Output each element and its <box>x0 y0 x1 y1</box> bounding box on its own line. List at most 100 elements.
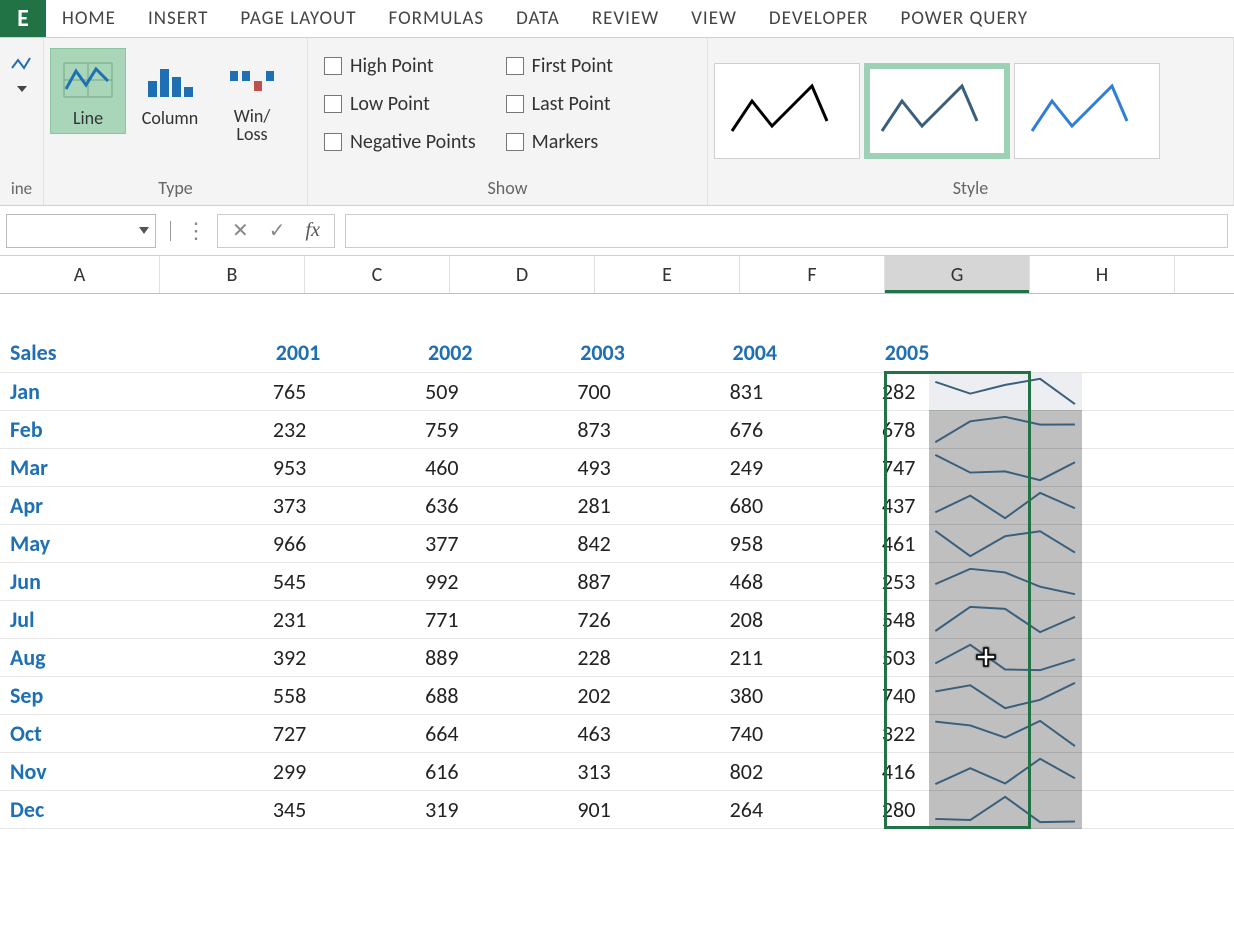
sparkline-cell[interactable] <box>929 714 1081 752</box>
cancel-icon[interactable]: ✕ <box>232 218 249 243</box>
sparkline-cell[interactable] <box>929 524 1081 562</box>
data-cell[interactable]: 726 <box>473 600 625 638</box>
sparkline-cell[interactable] <box>929 790 1081 828</box>
data-cell[interactable]: 463 <box>473 714 625 752</box>
column-header-A[interactable]: A <box>0 256 160 293</box>
data-cell[interactable]: 873 <box>473 410 625 448</box>
data-cell[interactable]: 231 <box>168 600 320 638</box>
sparkline-type-winloss-button[interactable]: Win/ Loss <box>214 48 290 148</box>
data-cell[interactable]: 842 <box>473 524 625 562</box>
tab-power-query[interactable]: POWER QUERY <box>885 0 1045 37</box>
data-cell[interactable]: 373 <box>168 486 320 524</box>
data-cell[interactable]: 392 <box>168 638 320 676</box>
tab-data[interactable]: DATA <box>500 0 576 37</box>
data-cell[interactable]: 345 <box>168 790 320 828</box>
sparkline-type-line-button[interactable]: Line <box>50 48 126 134</box>
tab-formulas[interactable]: FORMULAS <box>373 0 501 37</box>
tab-review[interactable]: REVIEW <box>576 0 675 37</box>
data-cell[interactable]: 700 <box>473 372 625 410</box>
data-cell[interactable]: 636 <box>320 486 472 524</box>
data-cell[interactable]: 545 <box>168 562 320 600</box>
sparkline-cell[interactable] <box>929 372 1081 410</box>
data-cell[interactable]: 282 <box>777 372 929 410</box>
data-cell[interactable]: 468 <box>625 562 777 600</box>
sparkline-type-column-button[interactable]: Column <box>132 48 208 134</box>
sparkline-cell[interactable] <box>929 600 1081 638</box>
worksheet[interactable]: ABCDEFGH Sales20012002200320042005 Jan76… <box>0 256 1234 829</box>
data-cell[interactable]: 901 <box>473 790 625 828</box>
edit-sparkline-fragment[interactable] <box>1 44 43 92</box>
sparkline-cell[interactable] <box>929 676 1081 714</box>
data-cell[interactable]: 503 <box>777 638 929 676</box>
tab-home[interactable]: HOME <box>46 0 132 37</box>
column-header-G[interactable]: G <box>885 256 1030 293</box>
formula-input[interactable] <box>345 214 1228 248</box>
name-box[interactable] <box>6 214 156 248</box>
sparkline-style-2[interactable] <box>864 63 1010 159</box>
data-cell[interactable]: 264 <box>625 790 777 828</box>
data-cell[interactable]: 249 <box>625 448 777 486</box>
data-cell[interactable]: 380 <box>625 676 777 714</box>
data-cell[interactable]: 664 <box>320 714 472 752</box>
tab-developer[interactable]: DEVELOPER <box>753 0 885 37</box>
data-cell[interactable]: 680 <box>625 486 777 524</box>
data-cell[interactable]: 461 <box>777 524 929 562</box>
data-cell[interactable]: 460 <box>320 448 472 486</box>
data-cell[interactable]: 740 <box>777 676 929 714</box>
checkbox-markers[interactable]: Markers <box>506 130 613 154</box>
column-header-B[interactable]: B <box>160 256 305 293</box>
data-cell[interactable]: 759 <box>320 410 472 448</box>
sparkline-style-3[interactable] <box>1014 63 1160 159</box>
column-header-D[interactable]: D <box>450 256 595 293</box>
sparkline-cell[interactable] <box>929 410 1081 448</box>
data-cell[interactable]: 437 <box>777 486 929 524</box>
column-header-H[interactable]: H <box>1030 256 1175 293</box>
tab-view[interactable]: VIEW <box>675 0 753 37</box>
checkbox-low-point[interactable]: Low Point <box>324 92 476 116</box>
data-cell[interactable]: 232 <box>168 410 320 448</box>
data-cell[interactable]: 676 <box>625 410 777 448</box>
data-cell[interactable]: 280 <box>777 790 929 828</box>
data-cell[interactable]: 953 <box>168 448 320 486</box>
data-cell[interactable]: 253 <box>777 562 929 600</box>
data-cell[interactable]: 509 <box>320 372 472 410</box>
data-cell[interactable]: 208 <box>625 600 777 638</box>
data-cell[interactable]: 548 <box>777 600 929 638</box>
data-cell[interactable]: 558 <box>168 676 320 714</box>
data-cell[interactable]: 688 <box>320 676 472 714</box>
column-header-E[interactable]: E <box>595 256 740 293</box>
checkbox-last-point[interactable]: Last Point <box>506 92 613 116</box>
tab-insert[interactable]: INSERT <box>132 0 224 37</box>
data-cell[interactable]: 727 <box>168 714 320 752</box>
data-cell[interactable]: 416 <box>777 752 929 790</box>
sparkline-cell[interactable] <box>929 486 1081 524</box>
sparkline-cell[interactable] <box>929 638 1081 676</box>
data-cell[interactable]: 771 <box>320 600 472 638</box>
data-cell[interactable]: 281 <box>473 486 625 524</box>
data-cell[interactable]: 889 <box>320 638 472 676</box>
data-cell[interactable]: 740 <box>625 714 777 752</box>
sparkline-cell[interactable] <box>929 562 1081 600</box>
data-cell[interactable]: 678 <box>777 410 929 448</box>
sparkline-cell[interactable] <box>929 752 1081 790</box>
data-cell[interactable]: 992 <box>320 562 472 600</box>
data-cell[interactable]: 616 <box>320 752 472 790</box>
data-cell[interactable]: 802 <box>625 752 777 790</box>
data-cell[interactable]: 493 <box>473 448 625 486</box>
sparkline-cell[interactable] <box>929 448 1081 486</box>
data-cell[interactable]: 202 <box>473 676 625 714</box>
checkbox-high-point[interactable]: High Point <box>324 54 476 78</box>
sparkline-style-1[interactable] <box>714 63 860 159</box>
data-cell[interactable]: 313 <box>473 752 625 790</box>
enter-icon[interactable]: ✓ <box>269 218 286 243</box>
tab-page-layout[interactable]: PAGE LAYOUT <box>224 0 372 37</box>
data-cell[interactable]: 765 <box>168 372 320 410</box>
data-cell[interactable]: 747 <box>777 448 929 486</box>
data-cell[interactable]: 228 <box>473 638 625 676</box>
data-cell[interactable]: 887 <box>473 562 625 600</box>
data-cell[interactable]: 211 <box>625 638 777 676</box>
checkbox-negative-points[interactable]: Negative Points <box>324 130 476 154</box>
data-cell[interactable]: 322 <box>777 714 929 752</box>
data-cell[interactable]: 966 <box>168 524 320 562</box>
checkbox-first-point[interactable]: First Point <box>506 54 613 78</box>
